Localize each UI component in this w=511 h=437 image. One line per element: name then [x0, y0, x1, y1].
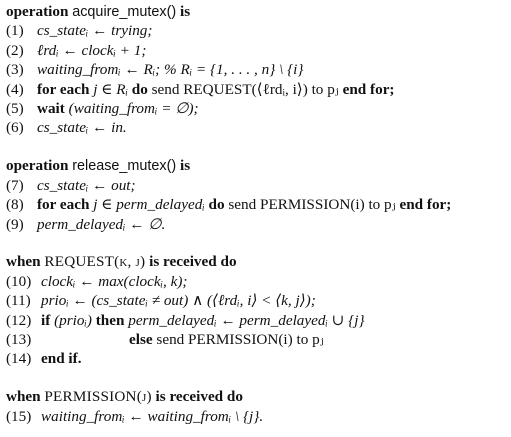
- line-number: (12): [6, 311, 32, 329]
- message-name: PERMISSION(j): [44, 388, 152, 406]
- line-text: waiting_fromᵢ ← waiting_fromᵢ \ {j}.: [41, 407, 264, 425]
- line-number: (3): [6, 61, 24, 79]
- code-line: (5) wait (waiting_fromᵢ = ∅);: [6, 99, 508, 118]
- keyword-is: is: [180, 157, 191, 175]
- code-line: (13) else send PERMISSION(i) to pⱼ: [6, 330, 508, 349]
- line-text: cs_stateᵢ ← out;: [37, 176, 136, 194]
- keyword-operation: operation: [6, 3, 69, 20]
- keyword-end-for: end for;: [399, 196, 452, 214]
- code-line: (12) if (prioᵢ) then perm_delayedᵢ ← perm…: [6, 311, 508, 330]
- code-line: (8) for each j ∈ perm_delayedᵢ do send PE…: [6, 195, 508, 214]
- keyword-is-received-do: is received do: [155, 388, 243, 406]
- line-text: (prioᵢ): [54, 311, 92, 329]
- release-mutex-header: operation release_mutex() is: [6, 156, 508, 175]
- code-line: (4) for each j ∈ Rᵢ do send REQUEST(⟨ℓrdᵢ…: [6, 80, 508, 99]
- release-mutex-block: operation release_mutex() is (7) cs_state…: [6, 156, 508, 234]
- keyword-is-received-do: is received do: [149, 253, 237, 271]
- keyword-else: else: [129, 331, 153, 349]
- line-text: waiting_fromᵢ ← Rᵢ; % Rᵢ = {1, . . . , n…: [37, 61, 304, 79]
- acquire-mutex-header: operation acquire_mutex() is: [6, 2, 508, 21]
- line-number: (14): [6, 350, 32, 368]
- keyword-wait: wait: [37, 99, 65, 117]
- code-line: (6) cs_stateᵢ ← in.: [6, 118, 508, 137]
- line-text: (waiting_fromᵢ = ∅);: [68, 99, 199, 117]
- code-line: (2) ℓrdᵢ ← clockᵢ + 1;: [6, 41, 508, 60]
- line-number: (11): [6, 292, 31, 310]
- code-line: (7) cs_stateᵢ ← out;: [6, 176, 508, 195]
- line-number: (9): [6, 215, 24, 233]
- keyword-operation: operation: [6, 157, 69, 175]
- request-handler-header: when REQUEST(k, j) is received do: [6, 252, 508, 271]
- permission-handler-header: when PERMISSION(j) is received do: [6, 387, 508, 406]
- line-number: (13): [6, 331, 32, 349]
- keyword-end-if: end if.: [41, 350, 82, 368]
- keyword-when: when: [6, 253, 41, 271]
- line-number: (4): [6, 80, 24, 98]
- line-text: clockᵢ ← max(clockᵢ, k);: [41, 272, 188, 290]
- message-name: REQUEST(k, j): [44, 253, 146, 271]
- code-line: (15) waiting_fromᵢ ← waiting_fromᵢ \ {j}.: [6, 407, 508, 426]
- code-line: (1) cs_stateᵢ ← trying;: [6, 21, 508, 40]
- code-line: (3) waiting_fromᵢ ← Rᵢ; % Rᵢ = {1, . . . …: [6, 60, 508, 79]
- keyword-do: do: [131, 80, 148, 98]
- acquire-mutex-block: operation acquire_mutex() is (1) cs_state…: [6, 2, 508, 138]
- keyword-when: when: [6, 388, 41, 406]
- algorithm-listing: operation acquire_mutex() is (1) cs_state…: [6, 2, 508, 426]
- line-text: send PERMISSION(i) to pⱼ: [156, 331, 324, 349]
- line-number: (10): [6, 272, 32, 290]
- line-number: (6): [6, 119, 24, 137]
- line-number: (7): [6, 176, 24, 194]
- line-text: cs_stateᵢ ← in.: [37, 119, 127, 137]
- code-line: (10) clockᵢ ← max(clockᵢ, k);: [6, 272, 508, 291]
- line-number: (8): [6, 196, 24, 214]
- keyword-is: is: [180, 3, 191, 20]
- code-line: (11) prioᵢ ← (cs_stateᵢ ≠ out) ∧ (⟨ℓrdᵢ, …: [6, 291, 508, 310]
- line-text: j ∈ Rᵢ: [93, 80, 128, 98]
- line-text: send PERMISSION(i) to pⱼ: [228, 196, 396, 214]
- code-line: (14) end if.: [6, 349, 508, 368]
- operation-name: acquire_mutex(): [72, 4, 177, 20]
- line-text: perm_delayedᵢ ← ∅.: [37, 215, 166, 233]
- keyword-if: if: [41, 311, 51, 329]
- operation-name: release_mutex(): [72, 158, 177, 175]
- line-number: (2): [6, 41, 24, 59]
- keyword-do: do: [208, 196, 225, 214]
- line-text: ℓrdᵢ ← clockᵢ + 1;: [37, 41, 147, 59]
- keyword-for-each: for each: [37, 80, 90, 98]
- keyword-end-for: end for;: [342, 80, 395, 98]
- code-line: (9) perm_delayedᵢ ← ∅.: [6, 215, 508, 234]
- line-text: send REQUEST(⟨ℓrdᵢ, i⟩) to pⱼ: [151, 80, 339, 98]
- keyword-for-each: for each: [37, 196, 90, 214]
- keyword-then: then: [95, 311, 125, 329]
- line-text: cs_stateᵢ ← trying;: [37, 22, 153, 40]
- line-number: (5): [6, 99, 24, 117]
- line-number: (1): [6, 22, 24, 40]
- line-text: prioᵢ ← (cs_stateᵢ ≠ out) ∧ (⟨ℓrdᵢ, i⟩ <…: [41, 292, 316, 310]
- line-number: (15): [6, 407, 32, 425]
- permission-handler-block: when PERMISSION(j) is received do (15) wa…: [6, 387, 508, 426]
- line-text: perm_delayedᵢ ← perm_delayedᵢ ∪ {j}: [128, 311, 365, 329]
- line-text: j ∈ perm_delayedᵢ: [93, 196, 205, 214]
- request-handler-block: when REQUEST(k, j) is received do (10) cl…: [6, 252, 508, 368]
